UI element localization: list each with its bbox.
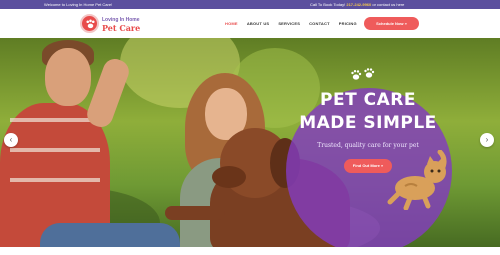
shirt-pattern bbox=[10, 178, 100, 182]
contact-us-link[interactable]: or contact us here bbox=[372, 2, 404, 7]
cartoon-cat-illustration bbox=[387, 150, 447, 210]
site-logo[interactable]: Loving In Home Pet Care bbox=[80, 13, 140, 35]
man-arm bbox=[83, 55, 133, 131]
slider-next-button[interactable]: › bbox=[480, 133, 494, 147]
paw-heart-icon bbox=[80, 14, 99, 33]
schedule-now-button[interactable]: Schedule Now » bbox=[364, 17, 419, 30]
logo-line2: Pet Care bbox=[102, 23, 141, 33]
hero-headline-line1: PET CARE bbox=[320, 90, 416, 110]
phone-link[interactable]: 217-242-9960 bbox=[346, 2, 371, 7]
main-nav: HOME ABOUT US SERVICES CONTACT PRICING bbox=[225, 9, 357, 38]
nav-contact[interactable]: CONTACT bbox=[309, 21, 330, 26]
slider-prev-button[interactable]: ‹ bbox=[4, 133, 18, 147]
shirt-pattern bbox=[10, 148, 100, 152]
call-to-book-text: Call To Book Today! bbox=[310, 2, 346, 7]
hero-tagline: Trusted, quality care for your pet bbox=[317, 142, 419, 149]
dog-paw bbox=[165, 206, 225, 220]
top-bar: Welcome to Loving In Home Pet Care! Call… bbox=[0, 0, 500, 9]
man-face bbox=[45, 48, 91, 106]
man-jeans bbox=[40, 223, 180, 247]
nav-home[interactable]: HOME bbox=[225, 21, 238, 26]
page-bottom-strip bbox=[0, 247, 500, 255]
nav-pricing[interactable]: PRICING bbox=[339, 21, 357, 26]
nav-services[interactable]: SERVICES bbox=[278, 21, 300, 26]
contact-info: Call To Book Today! 217-242-9960 or cont… bbox=[310, 0, 404, 9]
paw-prints-icon bbox=[350, 68, 376, 85]
site-header: Loving In Home Pet Care HOME ABOUT US SE… bbox=[0, 9, 500, 38]
hero-headline-line2: MADE SIMPLE bbox=[299, 113, 437, 133]
dog-snout bbox=[212, 166, 246, 188]
nav-about-us[interactable]: ABOUT US bbox=[247, 21, 270, 26]
welcome-text: Welcome to Loving In Home Pet Care! bbox=[44, 2, 113, 7]
shirt-pattern bbox=[10, 118, 100, 122]
